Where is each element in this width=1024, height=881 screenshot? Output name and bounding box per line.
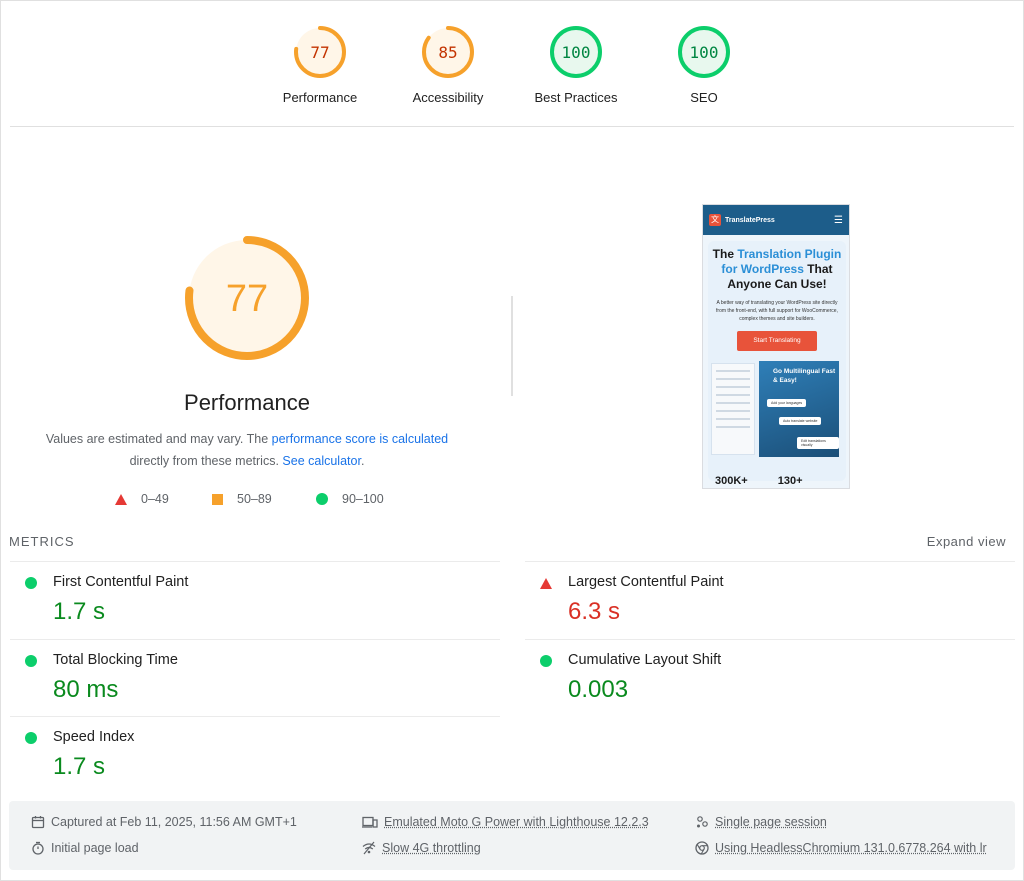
performance-description: Values are estimated and may vary. The p… — [30, 428, 464, 472]
metric-value: 0.003 — [568, 676, 629, 703]
footer-text: Initial page load — [51, 841, 139, 855]
footer-text: Using HeadlessChromium 131.0.6778.264 wi… — [715, 841, 987, 855]
gauge-accessibility[interactable]: 85 Accessibility — [383, 24, 513, 105]
metric-name: Cumulative Layout Shift — [568, 652, 722, 668]
metric-tbt: Total Blocking Time 80 ms — [10, 640, 480, 717]
desc-text: directly from these metrics. — [129, 454, 283, 468]
browser-version[interactable]: Using HeadlessChromium 131.0.6778.264 wi… — [695, 841, 987, 855]
circle-icon — [316, 493, 328, 505]
pass-circle-icon — [25, 577, 37, 589]
session-icon — [697, 816, 708, 828]
screenshot-brand: TranslatePress — [725, 216, 775, 224]
metric-name: First Contentful Paint — [53, 574, 189, 590]
wifi-icon — [362, 841, 376, 855]
captured-at: Captured at Feb 11, 2025, 11:56 AM GMT+1 — [31, 815, 297, 829]
page-session[interactable]: Single page session — [695, 815, 827, 829]
screenshot-mock-panel — [711, 363, 755, 455]
footer-text: Single page session — [715, 815, 827, 829]
screenshot-stat: 130+ — [777, 475, 803, 487]
screenshot-paragraph: A better way of translating your WordPre… — [716, 300, 838, 322]
divider — [10, 126, 1014, 127]
gauge-label: Accessibility — [412, 90, 484, 105]
screenshot-pill: Auto translate website — [779, 417, 822, 425]
screenshot-stats: 300K+ 130+ — [703, 475, 849, 487]
metric-lcp: Largest Contentful Paint 6.3 s — [525, 562, 995, 639]
runtime-settings: Captured at Feb 11, 2025, 11:56 AM GMT+1… — [9, 801, 1015, 870]
gauge-ring-icon: 85 — [422, 26, 474, 78]
footer-text: Emulated Moto G Power with Lighthouse 12… — [384, 815, 649, 829]
category-gauges: 77 Performance 85 Accessibility 100 Best… — [0, 24, 1024, 114]
fail-triangle-icon — [540, 578, 552, 589]
gauge-seo[interactable]: 100 SEO — [639, 24, 769, 105]
metric-name: Total Blocking Time — [53, 652, 178, 668]
chrome-icon — [695, 841, 709, 855]
pass-circle-icon — [540, 655, 552, 667]
expand-view-toggle[interactable]: Expand view — [927, 534, 1006, 549]
triangle-icon — [115, 493, 127, 505]
screenshot-header: 文 TranslatePress ☰ — [703, 205, 849, 235]
gauge-label: SEO — [690, 90, 718, 105]
final-screenshot[interactable]: 文 TranslatePress ☰ The Translation Plugi… — [702, 204, 850, 489]
gauge-score: 85 — [438, 43, 457, 62]
legend-pass: 90–100 — [316, 492, 384, 506]
score-legend: 0–49 50–89 90–100 — [0, 492, 494, 512]
screenshot-stat: 300K+ — [715, 475, 748, 487]
screenshot-pill: Edit translations visually — [797, 437, 839, 449]
desc-text: Values are estimated and may vary. The — [45, 432, 272, 446]
metric-cls: Cumulative Layout Shift 0.003 — [525, 640, 995, 717]
performance-score-large: 77 — [226, 278, 268, 320]
metric-value: 1.7 s — [53, 598, 106, 625]
metric-speed-index: Speed Index 1.7 s — [10, 717, 480, 794]
screenshot-feature-title: Go Multilingual Fast & Easy! — [773, 368, 836, 384]
screenshot-feature-card: Go Multilingual Fast & Easy! Add your la… — [759, 361, 839, 457]
footer-text: Captured at Feb 11, 2025, 11:56 AM GMT+1 — [51, 815, 297, 829]
gauge-score: 100 — [562, 43, 591, 62]
gauge-performance[interactable]: 77 Performance — [255, 24, 385, 105]
score-calculated-link[interactable]: performance score is calculated — [272, 432, 448, 446]
legend-label: 50–89 — [237, 492, 272, 506]
gauge-ring-icon: 77 — [294, 26, 346, 78]
legend-label: 0–49 — [141, 492, 169, 506]
stopwatch-icon — [32, 841, 44, 855]
legend-label: 90–100 — [342, 492, 384, 506]
gauge-ring-icon: 77 — [185, 236, 309, 360]
translatepress-logo-icon: 文 — [709, 214, 721, 226]
metric-value: 80 ms — [53, 676, 119, 703]
devices-icon — [362, 816, 378, 828]
screenshot-pill: Add your languages — [767, 399, 807, 407]
metrics-header: METRICS — [9, 534, 75, 549]
performance-gauge-large: 77 — [182, 233, 312, 363]
legend-fail: 0–49 — [115, 492, 169, 506]
screenshot-heading: The Translation Plugin for WordPress Tha… — [712, 247, 842, 291]
square-icon — [212, 493, 223, 505]
gauge-best-practices[interactable]: 100 Best Practices — [511, 24, 641, 105]
hamburger-menu-icon: ☰ — [834, 214, 843, 226]
footer-text: Slow 4G throttling — [382, 841, 481, 855]
screenshot-cta: Start Translating — [737, 331, 817, 351]
legend-average: 50–89 — [212, 492, 272, 506]
calendar-icon — [31, 816, 45, 829]
see-calculator-link[interactable]: See calculator — [282, 454, 361, 468]
metric-fcp: First Contentful Paint 1.7 s — [10, 562, 480, 639]
gauge-ring-icon: 100 — [678, 26, 730, 78]
metric-value: 6.3 s — [568, 598, 621, 625]
gauge-label: Performance — [282, 90, 358, 105]
gauge-score: 100 — [690, 43, 719, 62]
metric-name: Largest Contentful Paint — [568, 574, 724, 590]
performance-title: Performance — [184, 390, 310, 415]
desc-text: . — [360, 454, 365, 468]
gauge-score: 77 — [310, 43, 329, 62]
pass-circle-icon — [25, 732, 37, 744]
network-throttling[interactable]: Slow 4G throttling — [362, 841, 481, 855]
metric-name: Speed Index — [53, 729, 135, 745]
vertical-divider — [511, 296, 513, 396]
gauge-label: Best Practices — [534, 90, 618, 105]
metric-value: 1.7 s — [53, 753, 106, 780]
emulated-device[interactable]: Emulated Moto G Power with Lighthouse 12… — [362, 815, 649, 829]
gauge-ring-icon: 100 — [550, 26, 602, 78]
initial-page-load: Initial page load — [31, 841, 139, 855]
pass-circle-icon — [25, 655, 37, 667]
